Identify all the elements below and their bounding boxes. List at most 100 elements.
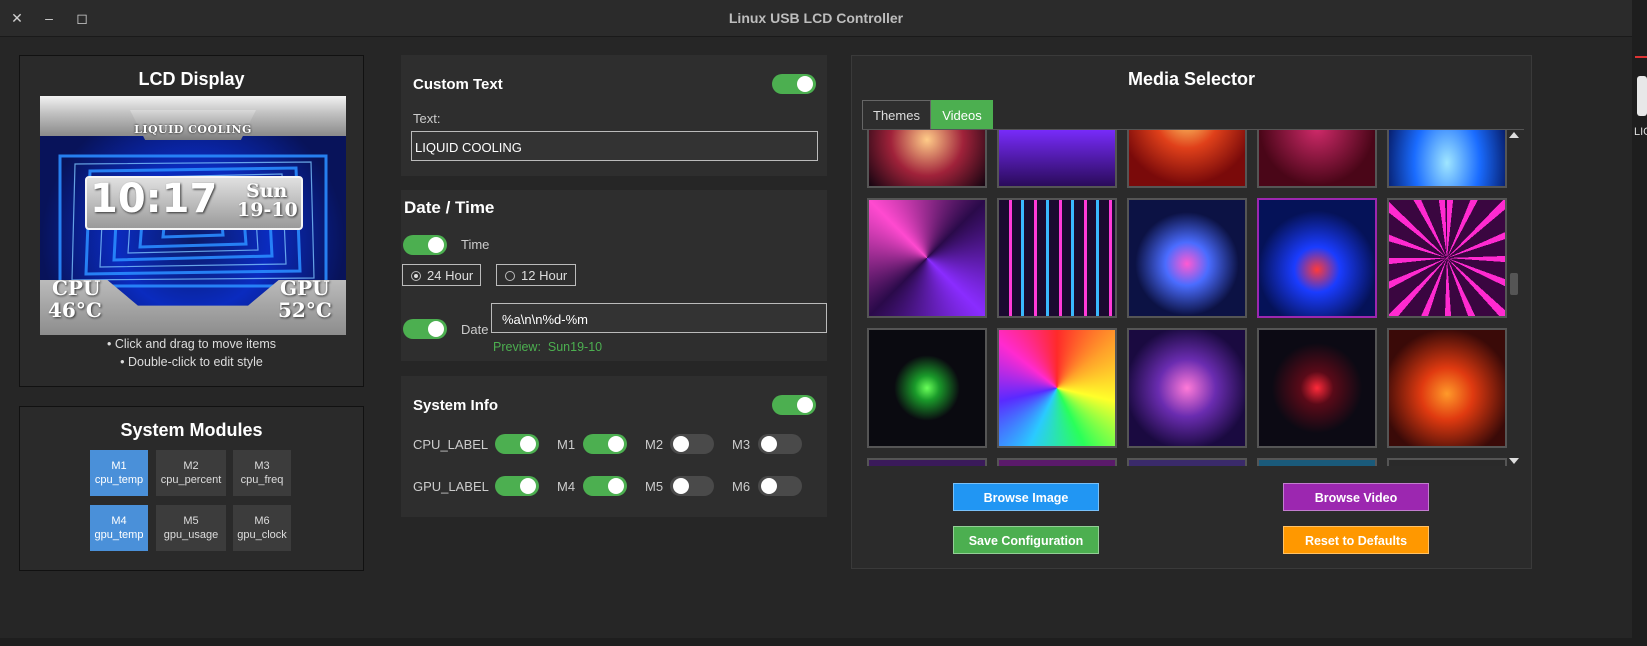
lcd-date[interactable]: 19-10 bbox=[237, 199, 298, 221]
m3-toggle[interactable] bbox=[758, 434, 802, 454]
module-m5[interactable]: M5 gpu_usage bbox=[156, 505, 226, 551]
m6-label: M6 bbox=[732, 479, 751, 494]
module-m1[interactable]: M1 cpu_temp bbox=[90, 450, 148, 496]
custom-text-toggle[interactable] bbox=[772, 74, 816, 94]
date-label: Date bbox=[461, 322, 489, 337]
module-name: cpu_percent bbox=[160, 474, 222, 486]
m6-toggle[interactable] bbox=[758, 476, 802, 496]
scroll-up-icon[interactable] bbox=[1509, 132, 1519, 138]
browse-video-button[interactable]: Browse Video bbox=[1283, 483, 1429, 511]
date-format-input[interactable]: %a\n\n%d-%m bbox=[491, 303, 827, 333]
gpu-label-toggle[interactable] bbox=[495, 476, 539, 496]
video-thumbnail[interactable] bbox=[1127, 198, 1247, 318]
m1-label: M1 bbox=[557, 437, 576, 452]
m1-toggle[interactable] bbox=[583, 434, 627, 454]
system-info-title: System Info bbox=[413, 397, 499, 414]
video-thumbnail[interactable] bbox=[997, 198, 1117, 318]
lcd-panel-title: LCD Display bbox=[138, 69, 245, 89]
lcd-time[interactable]: 10:17 bbox=[90, 176, 217, 222]
radio-selected-dot bbox=[411, 270, 421, 281]
radio-12-hour[interactable]: 12 Hour bbox=[496, 264, 576, 286]
system-info-section: System Info CPU_LABEL M1 M2 M3 GPU_LABEL… bbox=[401, 376, 827, 517]
desktop-edge: LIC bbox=[1632, 0, 1647, 646]
desktop-file-label: LIC bbox=[1634, 126, 1647, 138]
scrollbar-handle[interactable] bbox=[1510, 273, 1518, 295]
radio-dot bbox=[505, 270, 515, 281]
video-thumbnail[interactable] bbox=[867, 458, 987, 466]
video-thumbnail-grid bbox=[862, 130, 1512, 466]
module-name: cpu_temp bbox=[94, 474, 144, 486]
browse-image-button[interactable]: Browse Image bbox=[953, 483, 1099, 511]
radio-24-hour[interactable]: 24 Hour bbox=[402, 264, 481, 286]
time-toggle[interactable] bbox=[403, 235, 447, 255]
lcd-cpu-label[interactable]: CPU bbox=[52, 276, 100, 300]
tab-videos[interactable]: Videos bbox=[931, 100, 993, 130]
module-m3[interactable]: M3 cpu_freq bbox=[233, 450, 291, 496]
m2-toggle[interactable] bbox=[670, 434, 714, 454]
system-info-toggle[interactable] bbox=[772, 395, 816, 415]
video-thumbnail[interactable] bbox=[1127, 458, 1247, 466]
title-bar: ✕ – ◻ Linux USB LCD Controller bbox=[0, 0, 1632, 37]
video-thumbnail[interactable] bbox=[997, 328, 1117, 448]
video-thumbnail[interactable] bbox=[1387, 458, 1507, 466]
gpu-label-row: GPU_LABEL bbox=[413, 479, 489, 494]
cpu-label-toggle[interactable] bbox=[495, 434, 539, 454]
video-thumbnail[interactable] bbox=[867, 198, 987, 318]
hint-drag: • Click and drag to move items bbox=[106, 337, 277, 351]
media-selector-panel: Media Selector Themes Videos Browse Imag… bbox=[851, 55, 1532, 569]
lcd-gpu-value[interactable]: 52°C bbox=[278, 298, 332, 322]
video-thumbnail[interactable] bbox=[1387, 328, 1507, 448]
scroll-down-icon[interactable] bbox=[1509, 458, 1519, 464]
module-m6[interactable]: M6 gpu_clock bbox=[233, 505, 291, 551]
media-title: Media Selector bbox=[1127, 69, 1256, 89]
video-thumbnail[interactable] bbox=[1387, 130, 1507, 188]
m5-label: M5 bbox=[645, 479, 664, 494]
video-thumbnail[interactable] bbox=[1387, 198, 1507, 318]
desktop-file-icon[interactable] bbox=[1637, 76, 1647, 116]
datetime-section: Date / Time Time 24 Hour 12 Hour Date %a… bbox=[401, 190, 827, 361]
m3-label: M3 bbox=[732, 437, 751, 452]
lcd-cpu-value[interactable]: 46°C bbox=[48, 298, 102, 322]
reset-defaults-button[interactable]: Reset to Defaults bbox=[1283, 526, 1429, 554]
video-thumbnail[interactable] bbox=[997, 458, 1117, 466]
custom-text-input[interactable]: LIQUID COOLING bbox=[411, 131, 818, 161]
video-thumbnail[interactable] bbox=[1257, 458, 1377, 466]
text-label: Text: bbox=[413, 111, 441, 126]
video-thumbnail[interactable] bbox=[1127, 328, 1247, 448]
tab-themes[interactable]: Themes bbox=[862, 100, 931, 130]
module-id: M1 bbox=[111, 460, 127, 472]
video-thumbnail[interactable] bbox=[1127, 130, 1247, 188]
save-configuration-button[interactable]: Save Configuration bbox=[953, 526, 1099, 554]
video-thumbnail[interactable] bbox=[1257, 130, 1377, 188]
m5-toggle[interactable] bbox=[670, 476, 714, 496]
module-id: M2 bbox=[183, 460, 199, 472]
module-id: M4 bbox=[111, 515, 127, 527]
lcd-preview[interactable]: LIQUID COOLING 10:17 Sun 19-10 CPU 46°C … bbox=[40, 96, 346, 335]
module-name: gpu_clock bbox=[237, 529, 287, 541]
m2-label: M2 bbox=[645, 437, 664, 452]
module-m2[interactable]: M2 cpu_percent bbox=[156, 450, 226, 496]
video-thumbnail[interactable] bbox=[867, 328, 987, 448]
module-m4[interactable]: M4 gpu_temp bbox=[90, 505, 148, 551]
hint-double-click: • Double-click to edit style bbox=[120, 355, 263, 369]
video-thumbnail[interactable] bbox=[1257, 328, 1377, 448]
m4-label: M4 bbox=[557, 479, 576, 494]
radio-24-label: 24 Hour bbox=[427, 268, 474, 283]
video-thumbnail-selected[interactable] bbox=[1257, 198, 1377, 318]
thumbnail-scrollbar[interactable] bbox=[1507, 130, 1521, 466]
m4-toggle[interactable] bbox=[583, 476, 627, 496]
custom-text-section: Custom Text Text: LIQUID COOLING bbox=[401, 55, 827, 176]
video-thumbnail[interactable] bbox=[867, 130, 987, 188]
preview-label: Preview: bbox=[493, 340, 541, 354]
date-preview: Preview: Sun19-10 bbox=[493, 340, 602, 354]
preview-value: Sun19-10 bbox=[547, 340, 603, 354]
module-id: M6 bbox=[254, 515, 270, 527]
lcd-banner-text[interactable]: LIQUID COOLING bbox=[40, 123, 346, 136]
video-thumbnail[interactable] bbox=[997, 130, 1117, 188]
lcd-gpu-label[interactable]: GPU bbox=[280, 276, 330, 300]
custom-text-title: Custom Text bbox=[413, 76, 503, 93]
date-toggle[interactable] bbox=[403, 319, 447, 339]
radio-12-label: 12 Hour bbox=[521, 268, 568, 283]
module-name: gpu_usage bbox=[163, 529, 219, 541]
system-modules-panel: System Modules M1 cpu_temp M2 cpu_percen… bbox=[19, 406, 364, 571]
